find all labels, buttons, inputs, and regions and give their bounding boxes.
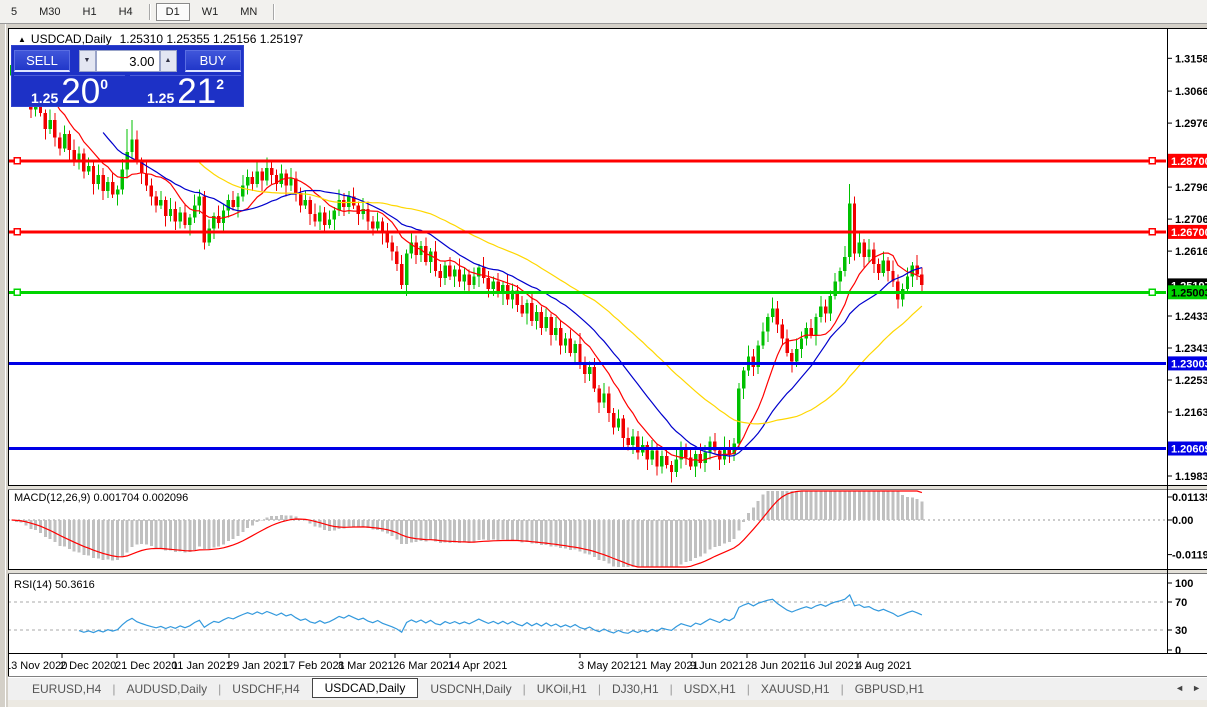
svg-text:1.27960: 1.27960 — [1175, 182, 1207, 194]
svg-text:14 Apr 2021: 14 Apr 2021 — [448, 660, 507, 672]
volume-input[interactable] — [95, 50, 160, 72]
timeframe-button-5[interactable]: 5 — [1, 3, 27, 21]
one-click-trading-panel: SELL ▼ ▲ BUY 1.25200 1.25212 — [11, 45, 244, 111]
svg-text:1.23003: 1.23003 — [1171, 358, 1207, 370]
tab-separator: | — [746, 681, 750, 696]
collapse-arrow-icon[interactable]: ▲ — [18, 35, 26, 44]
timeframe-toolbar: 5 M30 H1 H4 D1 W1 MN — [0, 0, 1207, 24]
buy-price-small: 1.25 — [147, 89, 175, 106]
tab-usdchf-h4[interactable]: USDCHF,H4 — [222, 680, 309, 698]
svg-text:0.00: 0.00 — [1172, 515, 1193, 527]
buy-price-big: 21 — [177, 72, 217, 111]
svg-text:26 Mar 2021: 26 Mar 2021 — [393, 660, 455, 672]
tab-separator: | — [840, 681, 844, 696]
sell-price-small: 1.25 — [31, 89, 59, 106]
svg-text:1.20609: 1.20609 — [1171, 444, 1207, 456]
timeframe-button-W1[interactable]: W1 — [192, 3, 229, 21]
chart-tabs-bar: EURUSD,H4 | AUDUSD,Daily | USDCHF,H4 USDCAD,D… — [8, 676, 1207, 700]
toolbar-separator — [273, 3, 275, 20]
volume-increase-icon[interactable]: ▲ — [159, 50, 177, 72]
svg-text:1.19835: 1.19835 — [1175, 471, 1207, 483]
chart-canvas[interactable]: 1.31585 1.30660 1.29760 1.27960 1.27060 1.261… — [8, 28, 1207, 676]
sell-button[interactable]: SELL — [14, 50, 70, 72]
svg-text:1.28700: 1.28700 — [1171, 156, 1207, 168]
tab-usdx-h1[interactable]: USDX,H1 — [674, 680, 746, 698]
svg-text:1.30660: 1.30660 — [1175, 86, 1207, 98]
sell-price-big: 20 — [61, 72, 101, 111]
macd-label: MACD(12,26,9) 0.001704 0.002096 — [14, 492, 188, 504]
svg-text:28 Jun 2021: 28 Jun 2021 — [745, 660, 806, 672]
svg-text:11 Jan 2021: 11 Jan 2021 — [172, 660, 232, 672]
timeframe-button-H4[interactable]: H4 — [109, 3, 143, 21]
timeframe-button-D1[interactable]: D1 — [155, 2, 190, 21]
svg-text:3 May 2021: 3 May 2021 — [578, 660, 635, 672]
tab-usdcad-daily[interactable]: USDCAD,Daily — [311, 677, 419, 698]
svg-text:1.25003: 1.25003 — [1171, 287, 1207, 299]
svg-text:21 Dec 2020: 21 Dec 2020 — [115, 660, 177, 672]
tab-separator: | — [522, 681, 526, 696]
chart-ohlc-values: 1.25310 1.25355 1.25156 1.25197 — [119, 32, 304, 46]
tab-gbpusd-h1[interactable]: GBPUSD,H1 — [845, 680, 934, 698]
tab-audusd-daily[interactable]: AUDUSD,Daily — [116, 680, 217, 698]
svg-text:0: 0 — [1175, 645, 1181, 657]
svg-text:1.22535: 1.22535 — [1175, 375, 1207, 387]
svg-text:-0.01190: -0.01190 — [1172, 550, 1207, 562]
toolbar-separator — [148, 3, 150, 20]
svg-text:70: 70 — [1175, 597, 1187, 609]
sell-price-display[interactable]: 1.25 20 0 — [14, 72, 125, 111]
chart-symbol-label: USDCAD,Daily — [30, 32, 112, 46]
tab-eurusd-h4[interactable]: EURUSD,H4 — [22, 680, 111, 698]
svg-text:1.26700: 1.26700 — [1171, 227, 1207, 239]
svg-text:2 Dec 2020: 2 Dec 2020 — [60, 660, 116, 672]
tab-separator: | — [669, 681, 673, 696]
tab-dj30-h1[interactable]: DJ30,H1 — [602, 680, 669, 698]
svg-text:9 Jun 2021: 9 Jun 2021 — [690, 660, 744, 672]
buy-price-display[interactable]: 1.25 21 2 — [130, 72, 241, 111]
svg-text:1.23435: 1.23435 — [1175, 343, 1207, 355]
tabs-scroll-right-icon[interactable]: ► — [1192, 683, 1201, 693]
svg-text:29 Jan 2021: 29 Jan 2021 — [227, 660, 288, 672]
svg-text:8 Mar 2021: 8 Mar 2021 — [338, 660, 394, 672]
timeframe-button-MN[interactable]: MN — [230, 3, 267, 21]
buy-button[interactable]: BUY — [185, 50, 241, 72]
svg-text:17 Feb 2021: 17 Feb 2021 — [283, 660, 345, 672]
svg-text:1.24335: 1.24335 — [1175, 311, 1207, 323]
tab-separator: | — [597, 681, 601, 696]
svg-text:1.29760: 1.29760 — [1175, 118, 1207, 130]
rsi-label: RSI(14) 50.3616 — [14, 579, 95, 591]
tab-xauusd-h1[interactable]: XAUUSD,H1 — [751, 680, 840, 698]
status-strip — [8, 699, 1207, 707]
svg-text:1.26160: 1.26160 — [1175, 246, 1207, 258]
svg-text:1.27060: 1.27060 — [1175, 214, 1207, 226]
tab-usdcnh-daily[interactable]: USDCNH,Daily — [420, 680, 521, 698]
svg-text:13 Nov 2020: 13 Nov 2020 — [8, 660, 67, 672]
svg-text:16 Jul 2021: 16 Jul 2021 — [803, 660, 860, 672]
svg-text:4 Aug 2021: 4 Aug 2021 — [856, 660, 912, 672]
timeframe-button-H1[interactable]: H1 — [73, 3, 107, 21]
svg-text:100: 100 — [1175, 578, 1193, 590]
svg-text:0.01135: 0.01135 — [1172, 492, 1207, 504]
svg-text:30: 30 — [1175, 625, 1187, 637]
tabs-scroll-left-icon[interactable]: ◄ — [1175, 683, 1184, 693]
tab-separator: | — [112, 681, 116, 696]
tab-ukoil-h1[interactable]: UKOil,H1 — [527, 680, 597, 698]
buy-price-sup: 2 — [216, 76, 224, 92]
svg-text:1.21635: 1.21635 — [1175, 407, 1207, 419]
chart-title: ▲ USDCAD,Daily 1.25310 1.25355 1.25156 1.2… — [18, 32, 303, 46]
svg-text:1.31585: 1.31585 — [1175, 53, 1207, 65]
timeframe-button-M30[interactable]: M30 — [29, 3, 70, 21]
sell-price-sup: 0 — [100, 76, 108, 92]
chart-window: 1.31585 1.30660 1.29760 1.27960 1.27060 1.261… — [8, 24, 1207, 707]
tab-separator: | — [218, 681, 222, 696]
volume-decrease-icon[interactable]: ▼ — [78, 50, 96, 72]
